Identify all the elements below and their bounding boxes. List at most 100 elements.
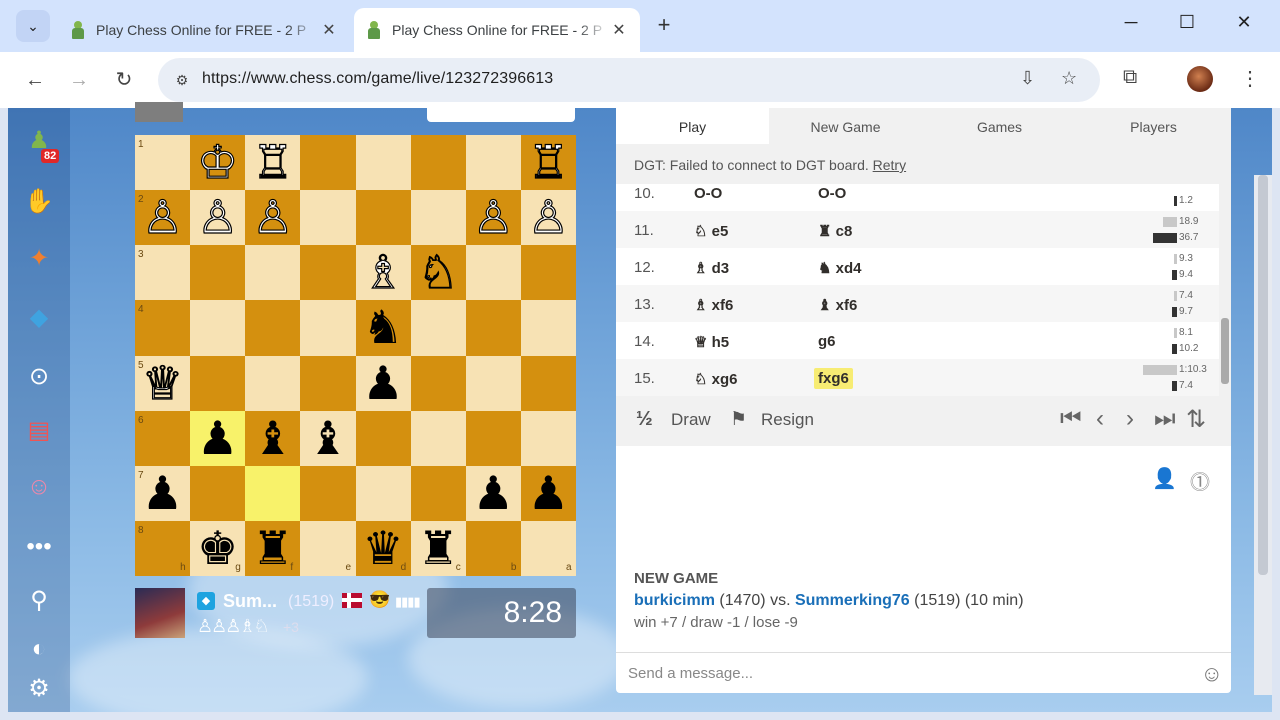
black-move[interactable]: g6: [818, 333, 836, 350]
first-move-icon[interactable]: ⏮: [1060, 405, 1082, 433]
black-piece-f6[interactable]: ♝: [245, 411, 300, 466]
tab-play[interactable]: Play: [616, 108, 769, 144]
white-piece-g1[interactable]: ♔: [190, 134, 245, 190]
report-icon[interactable]: ⓵: [1190, 466, 1210, 495]
square-a5[interactable]: [520, 355, 576, 411]
white-move[interactable]: O-O: [694, 185, 722, 202]
black-piece-g6[interactable]: ♟: [190, 411, 245, 466]
square-d7[interactable]: [355, 465, 411, 521]
square-e3[interactable]: [300, 245, 356, 301]
black-move[interactable]: ♜ c8: [818, 222, 852, 240]
white-piece-h5[interactable]: ♕: [135, 355, 190, 411]
square-a3[interactable]: [520, 245, 576, 301]
more-icon[interactable]: •••: [22, 530, 56, 564]
square-f4[interactable]: [245, 300, 301, 356]
square-f3[interactable]: [245, 245, 301, 301]
resign-flag-icon[interactable]: ⚑: [730, 408, 747, 431]
square-e7[interactable]: [300, 465, 356, 521]
black-piece-f8[interactable]: ♜: [245, 521, 300, 576]
move-list-scrollbar[interactable]: [1219, 184, 1231, 396]
forward-icon[interactable]: →: [65, 66, 93, 94]
player-name[interactable]: Sum...: [223, 591, 277, 612]
white-piece-f2[interactable]: ♙: [245, 190, 300, 245]
menu-kebab-icon[interactable]: ⋮: [1240, 66, 1260, 91]
theme-toggle-icon[interactable]: ◐: [22, 632, 56, 666]
white-move[interactable]: ♘ xg6: [694, 370, 737, 388]
add-friend-icon[interactable]: 👤: [1152, 466, 1177, 491]
extensions-icon[interactable]: ⧉: [1123, 66, 1137, 89]
white-piece-h2[interactable]: ♙: [135, 190, 190, 245]
url-text[interactable]: https://www.chess.com/game/live/12327239…: [202, 70, 553, 88]
white-move[interactable]: ♘ e5: [694, 222, 728, 240]
square-b4[interactable]: [465, 300, 521, 356]
new-tab-button[interactable]: +: [650, 12, 678, 40]
square-b6[interactable]: [465, 410, 521, 466]
square-c1[interactable]: [410, 135, 466, 191]
square-g4[interactable]: [190, 300, 246, 356]
search-icon[interactable]: ⚲: [22, 584, 56, 618]
tab-search-button[interactable]: ⌄: [16, 10, 50, 42]
black-piece-c8[interactable]: ♜: [411, 521, 466, 576]
minimize-icon[interactable]: ─: [1116, 12, 1146, 33]
next-move-icon[interactable]: ›: [1126, 405, 1134, 433]
browser-tab-1[interactable]: Play Chess Online for FREE - 2 P ✕: [58, 8, 350, 52]
square-c7[interactable]: [410, 465, 466, 521]
white-piece-d3[interactable]: ♗: [356, 245, 411, 300]
black-piece-a7[interactable]: ♟: [521, 466, 576, 521]
square-b5[interactable]: [465, 355, 521, 411]
settings-gear-icon[interactable]: ⚙: [22, 672, 56, 706]
white-move[interactable]: ♗ xf6: [694, 296, 733, 314]
square-d2[interactable]: [355, 190, 411, 246]
close-tab-icon[interactable]: ✕: [320, 20, 338, 40]
white-move[interactable]: ♗ d3: [694, 259, 729, 277]
profile-avatar[interactable]: [1187, 66, 1213, 92]
square-a4[interactable]: [520, 300, 576, 356]
black-move[interactable]: ♝ xf6: [818, 296, 857, 314]
resign-button[interactable]: Resign: [761, 410, 814, 430]
emoji-icon[interactable]: ☺: [1201, 661, 1223, 687]
white-piece-f1[interactable]: ♖: [245, 134, 300, 190]
browser-tab-2[interactable]: Play Chess Online for FREE - 2 P ✕: [354, 8, 640, 52]
puzzle-icon[interactable]: ✋: [22, 185, 56, 219]
close-tab-icon[interactable]: ✕: [610, 20, 628, 40]
page-scrollbar[interactable]: [1254, 175, 1272, 695]
black-piece-d5[interactable]: ♟: [356, 356, 411, 411]
square-e4[interactable]: [300, 300, 356, 356]
square-c2[interactable]: [410, 190, 466, 246]
white-piece-g2[interactable]: ♙: [190, 190, 245, 245]
news-icon[interactable]: ▤: [22, 414, 56, 448]
square-b1[interactable]: [465, 135, 521, 191]
chess-board[interactable]: 1 2 3 4 5 6 7 8 h g f e d c b a ♔ ♖ ♖ ♙ ♙ ♙ ♙ ♙ ♗ ♘ ♞ ♕ ♟ ♟ ♝ ♝ ♟ ♟ ♟ ♚ ♜ ♛ ♜: [135, 134, 576, 576]
square-g7[interactable]: [190, 465, 246, 521]
black-piece-h7[interactable]: ♟: [135, 466, 190, 521]
square-d6[interactable]: [355, 410, 411, 466]
black-move[interactable]: fxg6: [814, 368, 853, 389]
square-g3[interactable]: [190, 245, 246, 301]
last-move-icon[interactable]: ⏭: [1154, 405, 1176, 433]
dgt-retry-link[interactable]: Retry: [873, 157, 906, 173]
flip-board-icon[interactable]: ⇅: [1186, 405, 1206, 434]
black-piece-g8[interactable]: ♚: [190, 521, 245, 576]
player1-link[interactable]: burkicimm: [634, 592, 715, 609]
maximize-icon[interactable]: ☐: [1172, 12, 1202, 33]
tab-games[interactable]: Games: [923, 108, 1076, 144]
white-piece-c3[interactable]: ♘: [411, 245, 466, 300]
square-e2[interactable]: [300, 190, 356, 246]
close-window-icon[interactable]: ✕: [1229, 12, 1259, 33]
black-piece-d4[interactable]: ♞: [356, 300, 411, 355]
square-a6[interactable]: [520, 410, 576, 466]
square-g5[interactable]: [190, 355, 246, 411]
square-c6[interactable]: [410, 410, 466, 466]
reload-icon[interactable]: ↻: [110, 66, 138, 94]
square-c4[interactable]: [410, 300, 466, 356]
square-e5[interactable]: [300, 355, 356, 411]
chat-message-input[interactable]: Send a message... ☺: [616, 652, 1231, 693]
install-app-icon[interactable]: ⇩: [1020, 68, 1035, 89]
previous-move-icon[interactable]: ‹: [1096, 405, 1104, 433]
white-piece-a1[interactable]: ♖: [521, 134, 576, 190]
tab-players[interactable]: Players: [1077, 108, 1230, 144]
square-f7[interactable]: [245, 465, 301, 521]
white-move[interactable]: ♕ h5: [694, 333, 729, 351]
bookmark-star-icon[interactable]: ☆: [1061, 68, 1077, 89]
puzzles-piece-icon[interactable]: ✦: [22, 242, 56, 276]
